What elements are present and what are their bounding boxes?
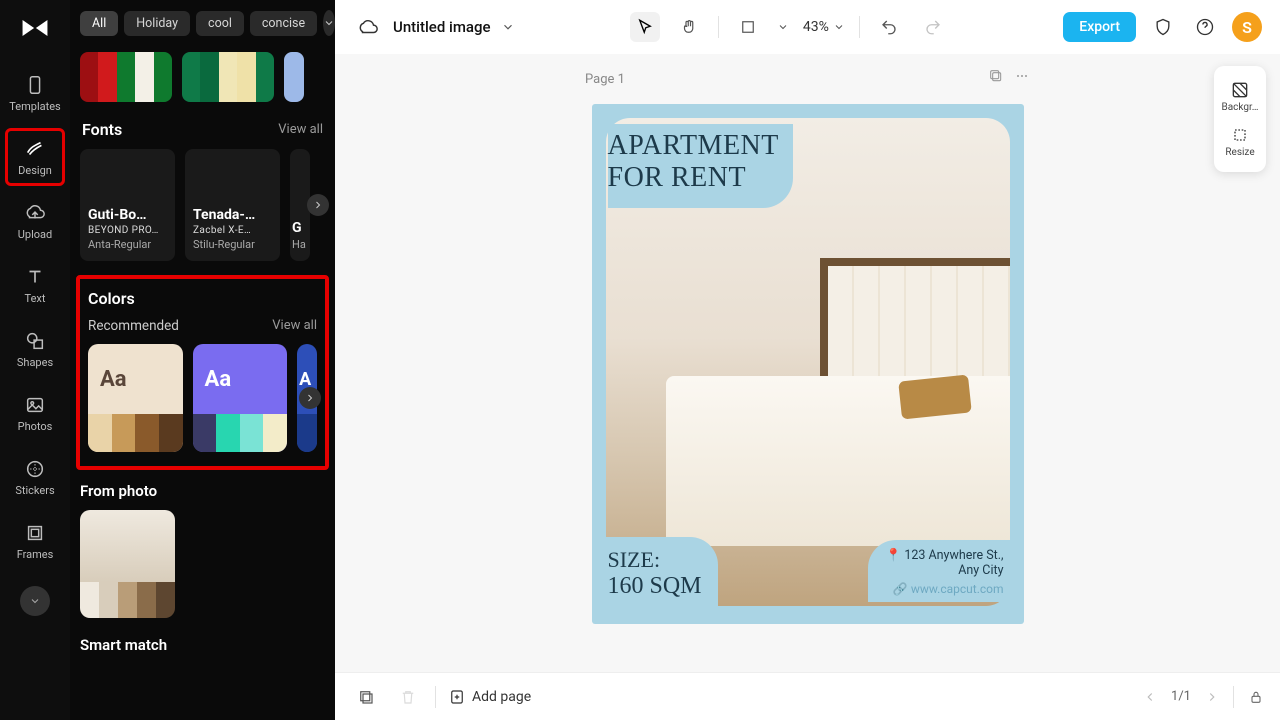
nav-design[interactable]: Design: [5, 128, 65, 186]
help-icon[interactable]: [1190, 12, 1220, 42]
next-page-icon[interactable]: [1205, 690, 1219, 704]
nav-label: Shapes: [17, 356, 53, 369]
cloud-icon[interactable]: [353, 12, 383, 42]
fonts-title: Fonts: [82, 120, 122, 139]
artboard[interactable]: APARTMENT FOR RENT SIZE: 160 SQM 📍 123 A…: [592, 104, 1024, 624]
colors-section: Colors Recommended View all Aa Aa A: [76, 275, 329, 470]
color-card[interactable]: Aa: [88, 344, 183, 452]
crop-chevron-icon[interactable]: [777, 21, 789, 33]
app-logo[interactable]: [17, 10, 53, 46]
resize-tool[interactable]: Resize: [1218, 119, 1262, 164]
from-photo-section: From photo: [80, 482, 325, 618]
page-label: Page 1: [585, 72, 625, 87]
color-scroll-next[interactable]: [299, 387, 321, 409]
colors-title: Colors: [88, 289, 135, 308]
divider: [435, 686, 436, 708]
nav-label: Photos: [18, 420, 53, 433]
smart-match-title: Smart match: [80, 636, 325, 654]
right-tools: Backgr… Resize: [1214, 66, 1266, 172]
colors-recommended: Recommended: [88, 318, 179, 334]
canvas-area[interactable]: Page 1 APARTMENT FOR RENT SIZE: 160 SQM …: [335, 54, 1280, 672]
filter-chip-all[interactable]: All: [80, 11, 118, 36]
nav-text[interactable]: Text: [5, 256, 65, 314]
palette-row: [80, 52, 325, 102]
zoom-chevron-icon: [833, 21, 845, 33]
nav-more[interactable]: [20, 586, 50, 616]
divider: [859, 16, 860, 38]
font-card[interactable]: Guti-Bo… BEYOND PRO… Anta-Regular: [80, 149, 175, 261]
font-card[interactable]: Tenada-… Zacbel X-E… Stilu-Regular: [185, 149, 280, 261]
filter-row: All Holiday cool concise: [80, 10, 325, 36]
palette-card[interactable]: [80, 52, 172, 102]
export-button[interactable]: Export: [1063, 12, 1136, 42]
document-title[interactable]: Untitled image: [393, 18, 491, 36]
lock-icon[interactable]: [1248, 689, 1264, 705]
divider: [718, 16, 719, 38]
shield-icon[interactable]: [1148, 12, 1178, 42]
nav-label: Design: [18, 164, 52, 177]
palette-card[interactable]: [182, 52, 274, 102]
cursor-tool[interactable]: [630, 12, 660, 42]
nav-templates[interactable]: Templates: [5, 64, 65, 122]
artboard-address: 📍 123 Anywhere St., Any City 🔗 www.capcu…: [868, 540, 1010, 602]
more-page-icon[interactable]: [1014, 68, 1030, 84]
filter-chip-concise[interactable]: concise: [250, 11, 317, 36]
fonts-header: Fonts View all: [82, 120, 323, 139]
nav-upload[interactable]: Upload: [5, 192, 65, 250]
artboard-size: SIZE: 160 SQM: [606, 537, 718, 606]
prev-page-icon[interactable]: [1143, 690, 1157, 704]
nav-photos[interactable]: Photos: [5, 384, 65, 442]
font-row: Guti-Bo… BEYOND PRO… Anta-Regular Tenada…: [80, 149, 325, 261]
zoom-control[interactable]: 43%: [803, 19, 845, 35]
font-scroll-next[interactable]: [307, 194, 329, 216]
nav-label: Text: [25, 292, 46, 305]
artboard-title: APARTMENT FOR RENT: [608, 124, 793, 208]
nav-frames[interactable]: Frames: [5, 512, 65, 570]
main-area: Untitled image 43%: [335, 0, 1280, 720]
nav-label: Stickers: [15, 484, 54, 497]
design-panel: All Holiday cool concise Fonts View all …: [70, 0, 335, 720]
nav-shapes[interactable]: Shapes: [5, 320, 65, 378]
color-row: Aa Aa A: [88, 344, 317, 452]
from-photo-card[interactable]: [80, 510, 175, 618]
hand-tool[interactable]: [674, 12, 704, 42]
nav-label: Frames: [17, 548, 54, 561]
nav-rail: Templates Design Upload Text Shapes Phot…: [0, 0, 70, 720]
filter-chip-cool[interactable]: cool: [196, 11, 244, 36]
user-avatar[interactable]: S: [1232, 12, 1262, 42]
bottom-bar: Add page 1/1: [335, 672, 1280, 720]
duplicate-page-icon[interactable]: [988, 68, 1004, 84]
page-counter: 1/1: [1171, 689, 1191, 704]
fonts-viewall[interactable]: View all: [278, 122, 323, 137]
redo-button[interactable]: [918, 12, 948, 42]
title-chevron-icon[interactable]: [501, 20, 515, 34]
colors-viewall[interactable]: View all: [272, 318, 317, 334]
layers-icon[interactable]: [351, 682, 381, 712]
undo-button[interactable]: [874, 12, 904, 42]
nav-label: Templates: [9, 100, 60, 113]
topbar: Untitled image 43%: [335, 0, 1280, 54]
background-tool[interactable]: Backgr…: [1218, 74, 1262, 119]
delete-icon[interactable]: [393, 682, 423, 712]
nav-stickers[interactable]: Stickers: [5, 448, 65, 506]
add-page-button[interactable]: Add page: [448, 688, 531, 706]
filter-chip-holiday[interactable]: Holiday: [124, 11, 190, 36]
divider: [1233, 686, 1234, 708]
from-photo-title: From photo: [80, 482, 325, 500]
page-actions: [988, 68, 1030, 84]
crop-tool[interactable]: [733, 12, 763, 42]
nav-label: Upload: [18, 228, 52, 241]
palette-card-peek[interactable]: [284, 52, 304, 102]
color-card[interactable]: Aa: [193, 344, 288, 452]
filter-more[interactable]: [323, 10, 335, 36]
